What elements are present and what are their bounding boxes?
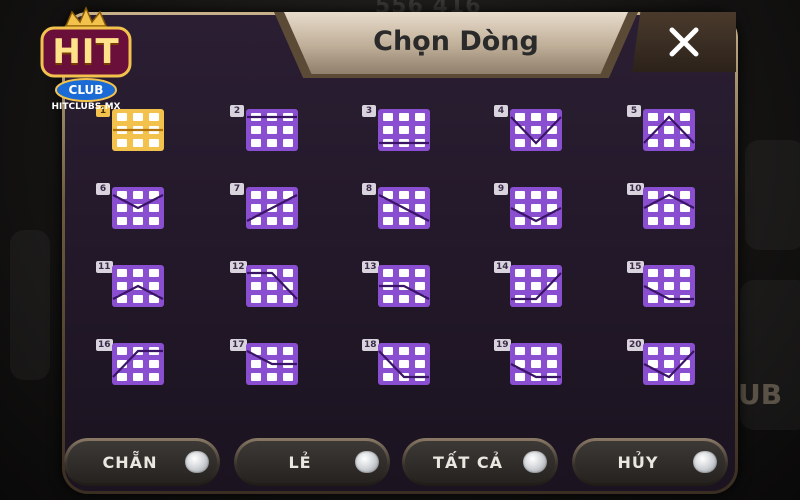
all-button-face: TẤT CẢ bbox=[405, 441, 555, 483]
line-option-10[interactable]: 10 bbox=[627, 183, 697, 231]
line-option-9[interactable]: 9 bbox=[494, 183, 564, 231]
line-number-badge: 9 bbox=[494, 183, 508, 195]
line-number-badge: 3 bbox=[362, 105, 376, 117]
line-pattern-icon bbox=[112, 343, 164, 385]
even-button-label: CHẴN bbox=[102, 452, 158, 472]
line-option-8[interactable]: 8 bbox=[362, 183, 432, 231]
line-number-badge: 16 bbox=[96, 339, 113, 351]
close-icon bbox=[669, 27, 699, 57]
line-number-badge: 6 bbox=[96, 183, 110, 195]
line-number-badge: 5 bbox=[627, 105, 641, 117]
all-button[interactable]: TẤT CẢ bbox=[402, 438, 558, 486]
line-option-20[interactable]: 20 bbox=[627, 339, 697, 387]
line-number-badge: 11 bbox=[96, 261, 113, 273]
odd-button-face: LẺ bbox=[237, 441, 387, 483]
cancel-button[interactable]: HỦY bbox=[572, 438, 728, 486]
line-number-badge: 4 bbox=[494, 105, 508, 117]
background-shape bbox=[10, 230, 50, 380]
line-number-badge: 14 bbox=[494, 261, 511, 273]
line-option-15[interactable]: 15 bbox=[627, 261, 697, 309]
line-option-19[interactable]: 19 bbox=[494, 339, 564, 387]
cancel-button-label: HỦY bbox=[617, 452, 659, 472]
logo-site-text: HITCLUBS.MX bbox=[51, 102, 121, 112]
line-pattern-icon bbox=[643, 343, 695, 385]
line-pattern-icon bbox=[378, 109, 430, 151]
line-option-17[interactable]: 17 bbox=[230, 339, 300, 387]
line-pattern-icon bbox=[643, 265, 695, 307]
odd-button[interactable]: LẺ bbox=[234, 438, 390, 486]
line-number-badge: 12 bbox=[230, 261, 247, 273]
line-option-11[interactable]: 11 bbox=[96, 261, 166, 309]
dialog-body bbox=[65, 15, 735, 491]
line-pattern-icon bbox=[510, 343, 562, 385]
background-shape bbox=[745, 140, 800, 250]
line-option-12[interactable]: 12 bbox=[230, 261, 300, 309]
select-lines-dialog: Chọn Dòng 1 2 3 4 5 6 7 8 9 10 11 12 13 14 15 16 17 18 19 2… bbox=[62, 12, 738, 494]
line-pattern-icon bbox=[510, 109, 562, 151]
line-number-badge: 18 bbox=[362, 339, 379, 351]
line-pattern-icon bbox=[112, 265, 164, 307]
line-number-badge: 8 bbox=[362, 183, 376, 195]
line-option-6[interactable]: 6 bbox=[96, 183, 166, 231]
line-number-badge: 15 bbox=[627, 261, 644, 273]
title-bar: Chọn Dòng bbox=[284, 12, 628, 74]
line-option-13[interactable]: 13 bbox=[362, 261, 432, 309]
line-option-16[interactable]: 16 bbox=[96, 339, 166, 387]
line-number-badge: 7 bbox=[230, 183, 244, 195]
even-button-face: CHẴN bbox=[67, 441, 217, 483]
toggle-knob-icon bbox=[693, 451, 717, 473]
line-option-2[interactable]: 2 bbox=[230, 105, 300, 153]
line-option-14[interactable]: 14 bbox=[494, 261, 564, 309]
line-number-badge: 17 bbox=[230, 339, 247, 351]
even-button[interactable]: CHẴN bbox=[64, 438, 220, 486]
line-pattern-icon bbox=[246, 187, 298, 229]
toggle-knob-icon bbox=[185, 451, 209, 473]
background-club-text: UB bbox=[738, 378, 783, 411]
toggle-knob-icon bbox=[355, 451, 379, 473]
line-number-badge: 2 bbox=[230, 105, 244, 117]
close-button[interactable] bbox=[632, 12, 736, 72]
line-number-badge: 10 bbox=[627, 183, 644, 195]
cancel-button-face: HỦY bbox=[575, 441, 725, 483]
dialog-title: Chọn Dòng bbox=[373, 25, 539, 57]
line-pattern-icon bbox=[378, 187, 430, 229]
odd-button-label: LẺ bbox=[288, 452, 312, 472]
line-option-5[interactable]: 5 bbox=[627, 105, 697, 153]
line-number-badge: 13 bbox=[362, 261, 379, 273]
logo-main-text: HIT bbox=[52, 32, 120, 72]
line-option-18[interactable]: 18 bbox=[362, 339, 432, 387]
line-option-3[interactable]: 3 bbox=[362, 105, 432, 153]
line-option-7[interactable]: 7 bbox=[230, 183, 300, 231]
line-pattern-icon bbox=[643, 109, 695, 151]
line-pattern-icon bbox=[378, 343, 430, 385]
line-pattern-icon bbox=[510, 265, 562, 307]
line-number-badge: 19 bbox=[494, 339, 511, 351]
logo-sub-text: CLUB bbox=[68, 83, 104, 97]
line-pattern-icon bbox=[643, 187, 695, 229]
line-pattern-icon bbox=[112, 187, 164, 229]
all-button-label: TẤT CẢ bbox=[433, 452, 503, 472]
line-pattern-icon bbox=[246, 343, 298, 385]
line-pattern-icon bbox=[378, 265, 430, 307]
line-pattern-icon bbox=[246, 265, 298, 307]
toggle-knob-icon bbox=[523, 451, 547, 473]
hitclub-logo: HIT CLUB HITCLUBS.MX bbox=[36, 6, 136, 116]
line-option-4[interactable]: 4 bbox=[494, 105, 564, 153]
line-pattern-icon bbox=[510, 187, 562, 229]
line-pattern-icon bbox=[246, 109, 298, 151]
line-number-badge: 20 bbox=[627, 339, 644, 351]
